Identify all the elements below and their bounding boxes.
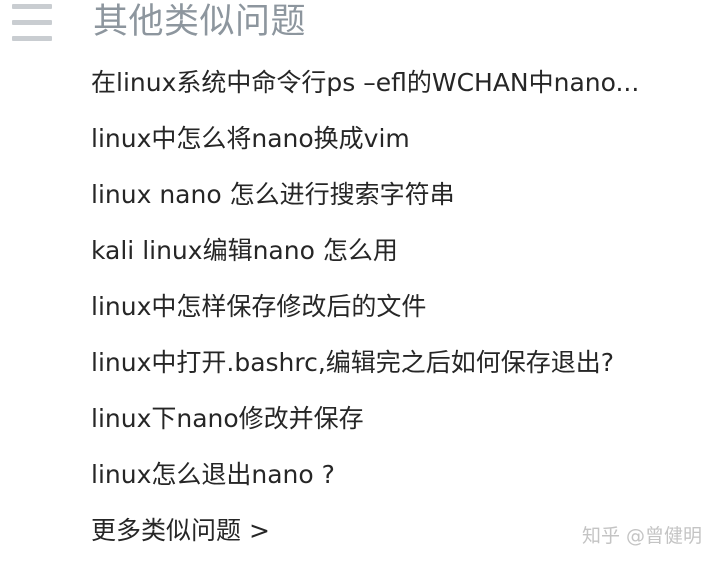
question-link[interactable]: linux下nano修改并保存 — [91, 399, 639, 455]
hamburger-menu-icon[interactable] — [12, 4, 52, 42]
question-link[interactable]: linux中打开.bashrc,编辑完之后如何保存退出? — [91, 343, 639, 399]
question-link[interactable]: kali linux编辑nano 怎么用 — [91, 231, 639, 287]
question-link[interactable]: linux怎么退出nano ? — [91, 455, 639, 511]
similar-questions-list: 在linux系统中命令行ps –efl的WCHAN中nano... linux中… — [91, 63, 639, 511]
question-link[interactable]: 在linux系统中命令行ps –efl的WCHAN中nano... — [91, 63, 639, 119]
more-similar-questions-link[interactable]: 更多类似问题 > — [91, 511, 270, 551]
question-link[interactable]: linux中怎么将nano换成vim — [91, 119, 639, 175]
question-link[interactable]: linux nano 怎么进行搜索字符串 — [91, 175, 639, 231]
zhihu-watermark: 知乎 @曾健明 — [581, 525, 702, 547]
section-title: 其他类似问题 — [93, 2, 307, 42]
question-link[interactable]: linux中怎样保存修改后的文件 — [91, 287, 639, 343]
